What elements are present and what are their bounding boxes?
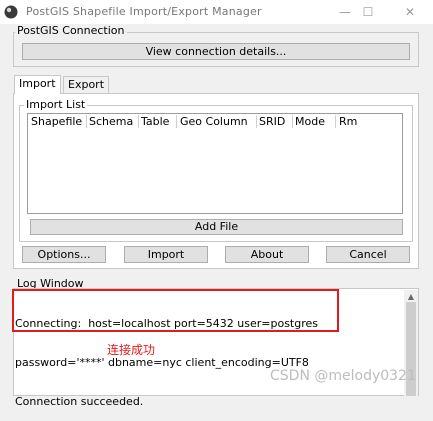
tab-export[interactable]: Export <box>63 76 110 93</box>
import-button[interactable]: Import <box>124 246 208 263</box>
column-divider <box>86 115 87 128</box>
tab-import[interactable]: Import <box>14 75 61 94</box>
column-header-shapefile[interactable]: Shapefile <box>31 115 82 129</box>
column-header-srid[interactable]: SRID <box>259 115 285 129</box>
window-title: PostGIS Shapefile Import/Export Manager <box>26 5 262 18</box>
view-connection-details-button[interactable]: View connection details... <box>22 43 410 60</box>
import-list-group-label: Import List <box>24 98 88 111</box>
column-divider <box>335 115 336 128</box>
maximize-icon[interactable]: ☐ <box>357 3 379 21</box>
connection-group-label: PostGIS Connection <box>15 24 127 37</box>
add-file-button[interactable]: Add File <box>30 219 403 235</box>
column-header-schema[interactable]: Schema <box>89 115 133 129</box>
options-button[interactable]: Options... <box>22 246 106 263</box>
highlight-annotation-box <box>12 289 339 332</box>
log-line: Connection succeeded. <box>15 395 144 408</box>
watermark: CSDN @melody0321 <box>270 368 416 384</box>
column-header-table[interactable]: Table <box>141 115 169 129</box>
import-list-table[interactable]: Shapefile Schema Table Geo Column SRID M… <box>27 113 403 214</box>
connection-success-annotation: 连接成功 <box>107 343 156 357</box>
minimize-icon[interactable]: — <box>334 3 356 21</box>
column-header-geo-column[interactable]: Geo Column <box>180 115 248 129</box>
column-divider <box>292 115 293 128</box>
column-divider <box>138 115 139 128</box>
column-header-mode[interactable]: Mode <box>295 115 325 129</box>
column-header-rm[interactable]: Rm <box>339 115 357 129</box>
close-icon[interactable]: ✕ <box>399 3 421 21</box>
about-button[interactable]: About <box>225 246 309 263</box>
column-divider <box>256 115 257 128</box>
postgis-app-icon <box>3 4 19 20</box>
column-divider <box>176 115 177 128</box>
cancel-button[interactable]: Cancel <box>326 246 410 263</box>
table-header: Shapefile Schema Table Geo Column SRID M… <box>28 114 402 131</box>
